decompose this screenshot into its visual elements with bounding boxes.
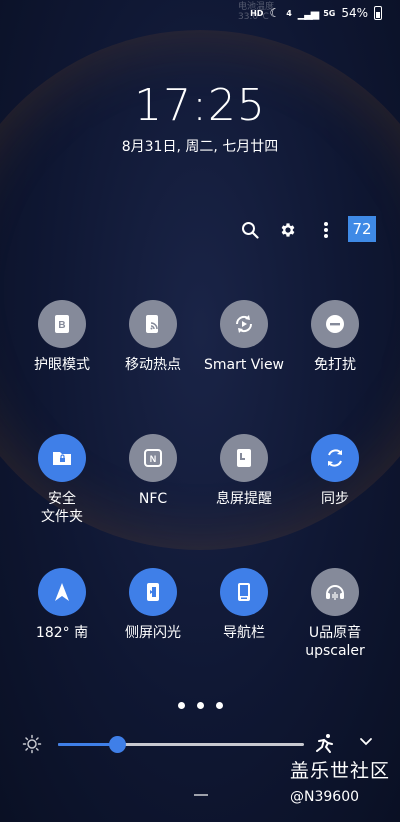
svg-text:B: B xyxy=(58,320,65,331)
quick-tile[interactable]: 免打扰 xyxy=(285,300,385,374)
quick-tile[interactable]: 182° 南 xyxy=(12,568,112,642)
page-dot[interactable] xyxy=(215,702,223,709)
battery-percent: 54% xyxy=(341,6,368,20)
brightness-control xyxy=(22,730,382,758)
quick-tile-label: 安全 文件夹 xyxy=(41,491,83,525)
quick-tile-label: 同步 xyxy=(321,491,349,507)
quick-tile-button[interactable] xyxy=(220,568,268,616)
quick-tile-button[interactable] xyxy=(220,300,268,348)
compass-icon xyxy=(51,581,73,603)
brightness-slider-thumb[interactable] xyxy=(108,736,126,753)
quick-tile-button[interactable] xyxy=(38,568,86,616)
battery-icon xyxy=(374,6,382,20)
quick-tile-label: NFC xyxy=(138,491,168,507)
brightness-sun-icon xyxy=(22,734,42,754)
quick-tile-label: 导航栏 xyxy=(223,625,265,641)
quick-tile-label: 移动热点 xyxy=(125,357,181,373)
watermark-title: 盖乐世社区 xyxy=(290,760,391,782)
page-indicator xyxy=(0,702,400,709)
upscaler-icon xyxy=(323,580,347,604)
sync-icon xyxy=(323,446,347,470)
status-bar: 电池温度 33.0°C HD ☾ 4 ▁▃▅ 5G 54% xyxy=(0,0,400,26)
quick-tile-label: 侧屏闪光 xyxy=(125,625,181,641)
quick-tile-label: Smart View xyxy=(203,357,285,373)
ghost-line-1: 电池温度 xyxy=(238,2,275,12)
chevron-down-icon[interactable] xyxy=(358,734,374,750)
battery-temperature-ghost: 电池温度 33.0°C xyxy=(238,2,274,22)
nfc-icon: N xyxy=(142,447,164,469)
home-indicator xyxy=(194,794,208,796)
network-type: 5G xyxy=(323,8,336,18)
mobile-hotspot-icon xyxy=(142,313,164,335)
quick-tile[interactable]: 同步 xyxy=(285,434,385,508)
page-dot[interactable] xyxy=(196,702,204,709)
quick-tile-label: 免打扰 xyxy=(314,357,356,373)
more-options-icon[interactable] xyxy=(316,220,336,240)
quick-tile-button[interactable] xyxy=(311,434,359,482)
edge-lighting-icon xyxy=(142,581,164,603)
quick-panel-toolbar xyxy=(240,216,336,244)
clock-date: 8月31日, 周二, 七月廿四 xyxy=(121,139,279,155)
secure-folder-icon xyxy=(50,446,74,470)
quick-tile-label: 182° 南 xyxy=(35,625,89,641)
smart-view-icon xyxy=(232,312,256,336)
quick-tile-button[interactable] xyxy=(311,300,359,348)
quick-tile-button[interactable] xyxy=(38,434,86,482)
page-dot[interactable] xyxy=(177,702,185,709)
quick-tile[interactable]: U品原音 upscaler xyxy=(285,568,385,660)
quick-tile[interactable]: 导航栏 xyxy=(194,568,294,642)
quick-tile-button[interactable]: B xyxy=(38,300,86,348)
watermark-subtitle: @N39600 xyxy=(290,789,360,805)
always-on-display-icon xyxy=(233,447,255,469)
adaptive-brightness-icon[interactable] xyxy=(314,732,336,754)
quick-tile[interactable]: 侧屏闪光 xyxy=(103,568,203,642)
quick-tile[interactable]: 安全 文件夹 xyxy=(12,434,112,526)
brightness-slider[interactable] xyxy=(58,736,304,753)
ghost-line-2: 33.0°C xyxy=(238,12,269,22)
signal-icon: ▁▃▅ xyxy=(297,6,319,20)
quick-tile-button[interactable] xyxy=(129,300,177,348)
quick-tile-button[interactable] xyxy=(129,568,177,616)
do-not-disturb-icon xyxy=(324,313,346,335)
blue-light-filter-icon: B xyxy=(51,313,73,335)
quick-tile-label: 护眼模式 xyxy=(34,357,90,373)
wifi-indicator: 4 xyxy=(286,8,292,18)
quick-tile-button[interactable]: N xyxy=(129,434,177,482)
clock-time: 17:25 xyxy=(134,80,266,131)
quick-tile-button[interactable] xyxy=(220,434,268,482)
quick-tile[interactable]: N NFC xyxy=(103,434,203,508)
quick-tile[interactable]: 息屏提醒 xyxy=(194,434,294,508)
gear-icon[interactable] xyxy=(278,220,298,240)
quick-tile-label: U品原音 upscaler xyxy=(305,625,365,659)
quick-tile[interactable]: 移动热点 xyxy=(103,300,203,374)
quick-tile-label: 息屏提醒 xyxy=(216,491,272,507)
navigation-bar-icon xyxy=(233,581,255,603)
svg-text:N: N xyxy=(150,454,157,464)
quick-tile[interactable]: Smart View xyxy=(194,300,294,374)
calendar-badge[interactable]: 72 xyxy=(348,216,376,242)
watermark: 盖乐世社区 @N39600 xyxy=(290,756,390,805)
quick-tile-button[interactable] xyxy=(311,568,359,616)
search-icon[interactable] xyxy=(240,220,260,240)
quick-tile[interactable]: B 护眼模式 xyxy=(12,300,112,374)
